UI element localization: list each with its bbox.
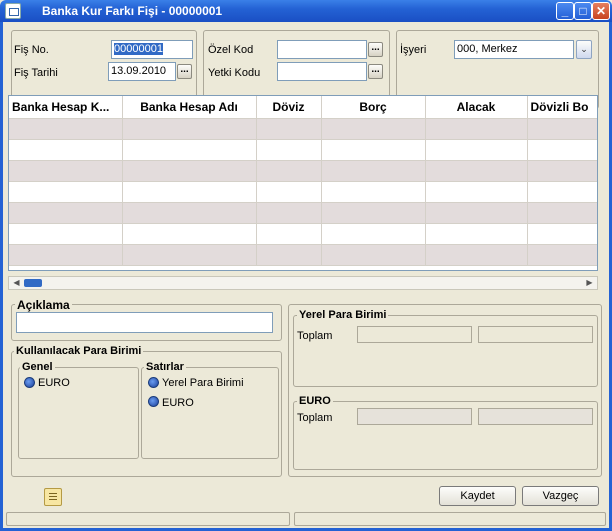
isyeri-dropdown-button[interactable]: ⌄ bbox=[576, 40, 592, 59]
table-row[interactable] bbox=[9, 118, 597, 140]
fis-tarihi-label: Fiş Tarihi bbox=[14, 67, 58, 79]
aciklama-title: Açıklama bbox=[15, 298, 72, 312]
col-banka-hesap-kodu[interactable]: Banka Hesap K... bbox=[9, 96, 123, 119]
grid-header-row: Banka Hesap K... Banka Hesap Adı Döviz B… bbox=[9, 96, 597, 119]
euro-toplam-alacak bbox=[478, 408, 593, 425]
fis-tarihi-date-button[interactable]: ... bbox=[177, 64, 192, 79]
satirlar-euro-radio[interactable] bbox=[148, 396, 159, 407]
col-alacak[interactable]: Alacak bbox=[425, 96, 528, 119]
genel-group bbox=[18, 367, 139, 459]
table-row[interactable] bbox=[9, 139, 597, 161]
table-row[interactable] bbox=[9, 202, 597, 224]
fis-no-value: 00000001 bbox=[114, 43, 163, 55]
ozel-kod-lookup-button[interactable]: ... bbox=[368, 42, 383, 57]
status-panel-left bbox=[6, 512, 290, 526]
yerel-toplam-alacak bbox=[478, 326, 593, 343]
col-borc[interactable]: Borç bbox=[321, 96, 426, 119]
euro-toplam-borc bbox=[357, 408, 472, 425]
genel-title: Genel bbox=[20, 361, 55, 373]
isyeri-select[interactable]: 000, Merkez bbox=[454, 40, 574, 59]
yetki-kodu-input[interactable] bbox=[277, 62, 367, 81]
satirlar-euro-label: EURO bbox=[162, 397, 194, 409]
scroll-right-icon[interactable]: ▶ bbox=[583, 277, 596, 289]
ozel-kod-label: Özel Kod bbox=[208, 44, 254, 56]
close-button[interactable]: ✕ bbox=[592, 2, 610, 20]
aciklama-input[interactable] bbox=[16, 312, 273, 333]
ozel-kod-input[interactable] bbox=[277, 40, 367, 59]
table-row[interactable] bbox=[9, 181, 597, 203]
yerel-title: Yerel Para Birimi bbox=[297, 309, 389, 321]
window-title: Banka Kur Farkı Fişi - 00000001 bbox=[42, 4, 223, 18]
fis-no-label: Fiş No. bbox=[14, 44, 49, 56]
minimize-button[interactable]: _ bbox=[556, 2, 574, 20]
yerel-toplam-label: Toplam bbox=[297, 330, 333, 342]
satirlar-yerel-radio[interactable] bbox=[148, 377, 159, 388]
col-doviz[interactable]: Döviz bbox=[256, 96, 322, 119]
yetki-kodu-lookup-button[interactable]: ... bbox=[368, 64, 383, 79]
satirlar-title: Satırlar bbox=[144, 361, 186, 373]
fis-tarihi-input[interactable]: 13.09.2010 bbox=[108, 62, 176, 81]
maximize-button[interactable]: □ bbox=[574, 2, 592, 20]
status-panel-right bbox=[294, 512, 606, 526]
scroll-left-icon[interactable]: ◀ bbox=[10, 277, 23, 289]
grid-horizontal-scrollbar[interactable]: ◀ ▶ bbox=[8, 276, 598, 290]
vazgec-button[interactable]: Vazgeç bbox=[522, 486, 599, 506]
yetki-kodu-label: Yetki Kodu bbox=[208, 67, 261, 79]
app-icon bbox=[5, 3, 21, 19]
notes-icon[interactable] bbox=[44, 488, 62, 506]
lines-grid[interactable]: Banka Hesap K... Banka Hesap Adı Döviz B… bbox=[8, 95, 598, 271]
table-row[interactable] bbox=[9, 160, 597, 182]
scroll-thumb[interactable] bbox=[24, 279, 42, 287]
yerel-toplam-borc bbox=[357, 326, 472, 343]
col-dovizli-borc[interactable]: Dövizli Bo bbox=[527, 96, 597, 119]
euro-title: EURO bbox=[297, 395, 333, 407]
kaydet-button[interactable]: Kaydet bbox=[439, 486, 516, 506]
table-row[interactable] bbox=[9, 244, 597, 266]
satirlar-yerel-label: Yerel Para Birimi bbox=[162, 377, 244, 389]
title-bar: Banka Kur Farkı Fişi - 00000001 _ □ ✕ bbox=[0, 0, 612, 22]
fis-no-input[interactable]: 00000001 bbox=[111, 40, 193, 59]
col-banka-hesap-adi[interactable]: Banka Hesap Adı bbox=[122, 96, 257, 119]
genel-euro-label: EURO bbox=[38, 377, 70, 389]
table-row[interactable] bbox=[9, 223, 597, 245]
genel-euro-radio[interactable] bbox=[24, 377, 35, 388]
isyeri-label: İşyeri bbox=[400, 44, 427, 56]
para-birimi-title: Kullanılacak Para Birimi bbox=[14, 345, 144, 357]
euro-toplam-label: Toplam bbox=[297, 412, 333, 424]
